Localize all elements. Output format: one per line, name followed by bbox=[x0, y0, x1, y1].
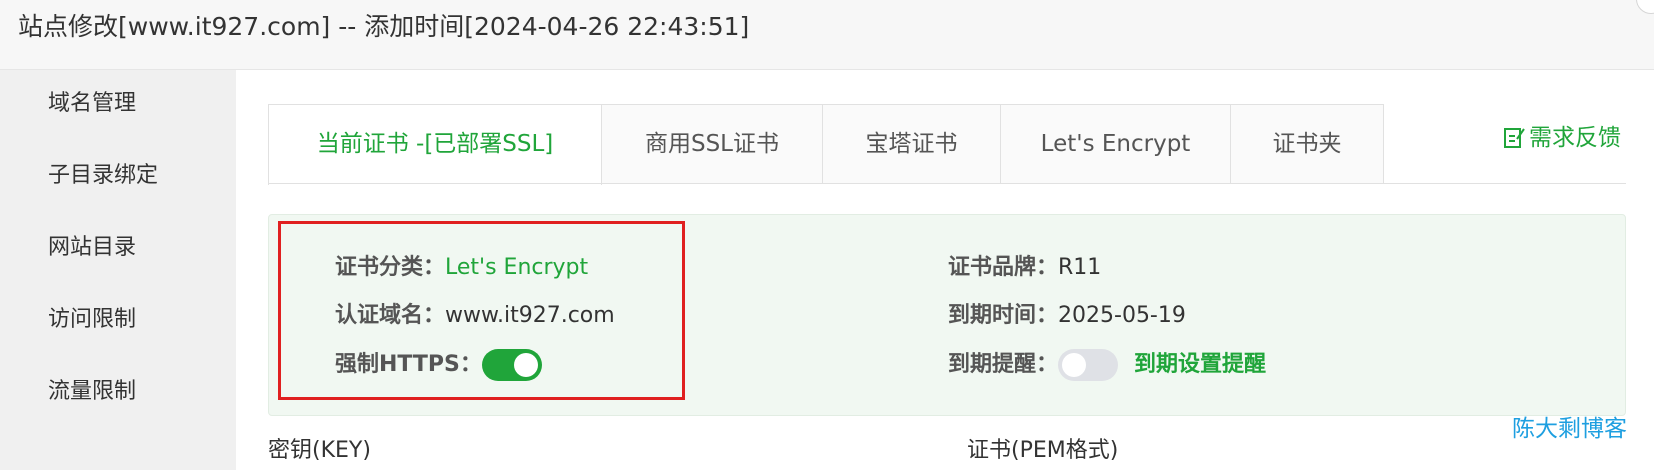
expire-reminder-label: 到期提醒： bbox=[948, 352, 1059, 377]
force-https-toggle[interactable] bbox=[481, 349, 542, 381]
force-https-row: 强制HTTPS： bbox=[335, 349, 542, 381]
sidebar-item-domain-management[interactable]: 域名管理 bbox=[48, 89, 136, 119]
sidebar-item-access-restriction[interactable]: 访问限制 bbox=[48, 305, 136, 335]
cert-domain-row: 认证域名： www.it927.com bbox=[335, 301, 615, 331]
toggle-knob bbox=[513, 353, 538, 377]
cert-domain-label: 认证域名： bbox=[335, 303, 446, 328]
tab-current-certificate[interactable]: 当前证书 -[已部署SSL] bbox=[268, 104, 602, 185]
cert-domain-value: www.it927.com bbox=[445, 303, 615, 328]
feedback-link[interactable]: 需求反馈 bbox=[1503, 122, 1621, 154]
toggle-knob bbox=[1062, 353, 1087, 377]
tabs-divider bbox=[268, 183, 1626, 184]
key-field-label: 密钥(KEY) bbox=[268, 438, 371, 463]
watermark: 陈大剩博客 bbox=[1512, 416, 1627, 442]
tab-lets-encrypt[interactable]: Let's Encrypt bbox=[1000, 104, 1231, 184]
tab-baota-certificate[interactable]: 宝塔证书 bbox=[822, 104, 1001, 184]
cert-category-row: 证书分类： Let's Encrypt bbox=[335, 253, 588, 283]
cert-expire-label: 到期时间： bbox=[948, 303, 1059, 328]
edit-icon bbox=[1504, 128, 1525, 148]
expire-reminder-row: 到期提醒： 到期设置提醒 bbox=[948, 349, 1266, 381]
window-titlebar: 站点修改[www.it927.com] -- 添加时间[2024-04-26 2… bbox=[0, 0, 1654, 70]
sidebar: 域名管理 子目录绑定 网站目录 访问限制 流量限制 bbox=[0, 70, 236, 470]
cert-category-label: 证书分类： bbox=[335, 255, 446, 280]
set-expire-reminder-link[interactable]: 到期设置提醒 bbox=[1134, 350, 1266, 380]
cert-brand-label: 证书品牌： bbox=[948, 255, 1059, 280]
window-title: 站点修改[www.it927.com] -- 添加时间[2024-04-26 2… bbox=[18, 12, 750, 41]
cert-brand-value: R11 bbox=[1058, 255, 1102, 280]
cert-expire-row: 到期时间： 2025-05-19 bbox=[948, 301, 1186, 331]
feedback-label: 需求反馈 bbox=[1529, 125, 1621, 151]
cert-brand-row: 证书品牌： R11 bbox=[948, 253, 1101, 283]
force-https-label: 强制HTTPS： bbox=[335, 352, 482, 377]
tab-certificate-folder[interactable]: 证书夹 bbox=[1230, 104, 1384, 184]
sidebar-item-subdirectory-binding[interactable]: 子目录绑定 bbox=[48, 161, 158, 191]
pem-field-label: 证书(PEM格式) bbox=[967, 438, 1119, 463]
sidebar-item-traffic-limit[interactable]: 流量限制 bbox=[48, 377, 136, 407]
expire-reminder-toggle[interactable] bbox=[1058, 349, 1119, 381]
tab-commercial-ssl[interactable]: 商用SSL证书 bbox=[601, 104, 823, 184]
sidebar-item-site-directory[interactable]: 网站目录 bbox=[48, 233, 136, 263]
cert-expire-value: 2025-05-19 bbox=[1058, 303, 1186, 328]
cert-category-value: Let's Encrypt bbox=[445, 255, 589, 280]
close-button[interactable] bbox=[1636, 0, 1654, 14]
